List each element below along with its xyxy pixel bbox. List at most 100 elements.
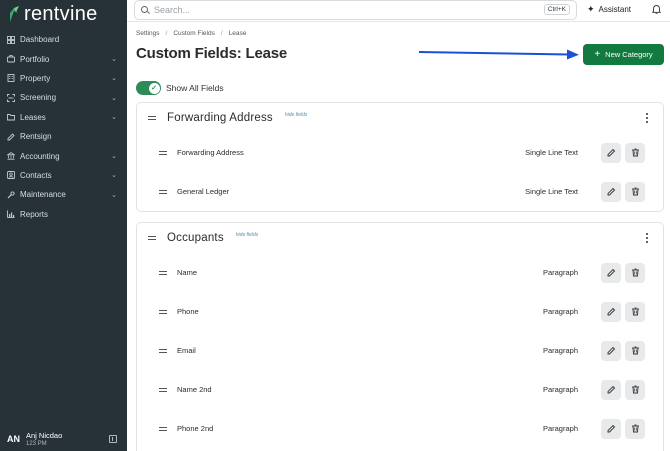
search-box[interactable]: Ctrl+K [134, 0, 577, 20]
pencil-icon [607, 307, 615, 316]
sidebar-item-maintenance[interactable]: Maintenance ⌄ [0, 185, 127, 204]
sidebar-item-label: Portfolio [20, 54, 50, 64]
delete-button[interactable] [625, 262, 645, 283]
breadcrumb: Settings / Custom Fields / Lease [136, 30, 246, 37]
avatar: AN [7, 434, 20, 444]
show-all-fields-row: ✓ Show All Fields [136, 81, 224, 95]
pencil-icon [607, 385, 615, 394]
bell-icon[interactable] [651, 4, 662, 16]
edit-button[interactable] [601, 142, 621, 163]
edit-button[interactable] [601, 340, 621, 361]
field-row: General Ledger Single Line Text [137, 172, 663, 211]
more-options-icon[interactable] [646, 233, 649, 243]
field-row: Name 2nd Paragraph [137, 370, 663, 409]
sidebar-item-screening[interactable]: Screening ⌄ [0, 88, 127, 107]
chevron-down-icon: ⌄ [111, 94, 117, 102]
chevron-down-icon: ⌄ [111, 114, 117, 122]
field-name: Phone 2nd [177, 424, 214, 433]
delete-button[interactable] [625, 418, 645, 439]
sidebar: rentvine Dashboard Portfolio ⌄ Property … [0, 0, 127, 451]
pencil-icon [607, 187, 615, 196]
keyboard-shortcut-badge: Ctrl+K [543, 4, 570, 15]
more-options-icon[interactable] [646, 113, 649, 123]
field-row: Email Paragraph [137, 331, 663, 370]
show-all-fields-toggle[interactable]: ✓ [136, 81, 161, 95]
trash-icon [631, 346, 639, 355]
edit-button[interactable] [601, 379, 621, 400]
rentsign-icon [6, 132, 15, 141]
drag-handle-icon[interactable] [148, 235, 156, 241]
sidebar-item-label: Contacts [20, 170, 52, 180]
sidebar-item-dashboard[interactable]: Dashboard [0, 30, 127, 49]
category-header: Occupants hide fields [137, 223, 663, 253]
check-icon: ✓ [148, 82, 160, 94]
dashboard-icon [6, 35, 15, 44]
assistant-button[interactable]: ✦ Assistant [587, 4, 631, 15]
search-input[interactable] [154, 5, 524, 15]
trash-icon [631, 307, 639, 316]
rentvine-logo-icon [10, 6, 19, 22]
edit-button[interactable] [601, 301, 621, 322]
drag-handle-icon[interactable] [159, 309, 167, 315]
category-title: Forwarding Address [167, 112, 273, 124]
drag-handle-icon[interactable] [159, 348, 167, 354]
edit-button[interactable] [601, 181, 621, 202]
field-type: Paragraph [542, 268, 578, 277]
logo[interactable]: rentvine [8, 3, 98, 25]
sidebar-item-accounting[interactable]: Accounting ⌄ [0, 146, 127, 165]
contacts-icon [6, 171, 15, 180]
screening-icon [6, 93, 15, 102]
collapse-sidebar-icon[interactable] [109, 435, 117, 443]
field-type: Paragraph [542, 424, 578, 433]
drag-handle-icon[interactable] [159, 387, 167, 393]
delete-button[interactable] [625, 301, 645, 322]
sidebar-item-label: Accounting [20, 151, 60, 161]
user-profile[interactable]: AN Anj Nicdao 123 PM [0, 427, 127, 451]
app-root: rentvine Dashboard Portfolio ⌄ Property … [0, 0, 670, 451]
delete-button[interactable] [625, 181, 645, 202]
sidebar-item-portfolio[interactable]: Portfolio ⌄ [0, 49, 127, 68]
chevron-down-icon: ⌄ [111, 191, 117, 199]
sparkle-icon: ✦ [587, 4, 595, 14]
user-subtitle: 123 PM [26, 440, 47, 447]
breadcrumb-separator: / [165, 30, 168, 37]
edit-button[interactable] [601, 262, 621, 283]
drag-handle-icon[interactable] [159, 270, 167, 276]
breadcrumb-item-lease: Lease [228, 30, 247, 37]
new-category-button[interactable]: + New Category [583, 44, 664, 65]
sidebar-item-label: Rentsign [20, 132, 52, 142]
edit-button[interactable] [601, 418, 621, 439]
category-card-forwarding-address: Forwarding Address hide fields Forwardin… [136, 102, 664, 212]
drag-handle-icon[interactable] [148, 115, 156, 121]
breadcrumb-item-settings[interactable]: Settings [136, 30, 160, 37]
pencil-icon [607, 268, 615, 277]
delete-button[interactable] [625, 340, 645, 361]
sidebar-item-contacts[interactable]: Contacts ⌄ [0, 166, 127, 185]
field-name: Name 2nd [177, 385, 212, 394]
wrench-icon [6, 190, 15, 199]
user-name: Anj Nicdao [26, 430, 63, 440]
sidebar-item-label: Maintenance [20, 190, 66, 200]
drag-handle-icon[interactable] [159, 189, 167, 195]
drag-handle-icon[interactable] [159, 150, 167, 156]
delete-button[interactable] [625, 379, 645, 400]
field-row: Forwarding Address Single Line Text [137, 133, 663, 172]
sidebar-item-property[interactable]: Property ⌄ [0, 69, 127, 88]
field-type: Single Line Text [525, 148, 578, 157]
hide-fields-link[interactable]: hide fields [285, 112, 308, 118]
trash-icon [631, 148, 639, 157]
sidebar-item-rentsign[interactable]: Rentsign [0, 127, 127, 146]
sidebar-item-reports[interactable]: Reports [0, 205, 127, 224]
breadcrumb-separator: / [220, 30, 223, 37]
page-title: Custom Fields: Lease [136, 45, 288, 62]
drag-handle-icon[interactable] [159, 426, 167, 432]
trash-icon [631, 187, 639, 196]
delete-button[interactable] [625, 142, 645, 163]
hide-fields-link[interactable]: hide fields [236, 232, 259, 238]
field-name: Forwarding Address [177, 148, 244, 157]
field-type: Single Line Text [525, 187, 578, 196]
sidebar-item-leases[interactable]: Leases ⌄ [0, 108, 127, 127]
folder-icon [6, 113, 15, 122]
breadcrumb-item-custom-fields[interactable]: Custom Fields [173, 30, 215, 37]
category-title: Occupants [167, 232, 224, 244]
